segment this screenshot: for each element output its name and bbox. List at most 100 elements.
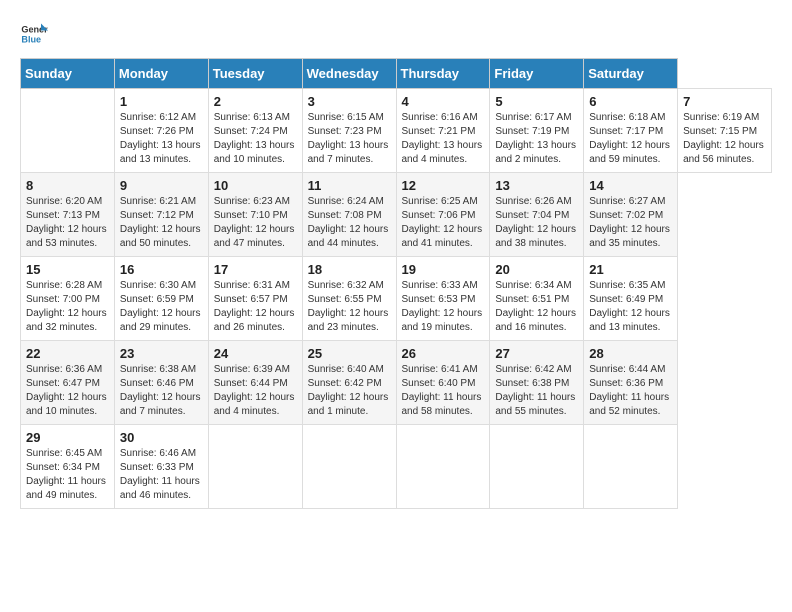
cell-content: Sunrise: 6:15 AMSunset: 7:23 PMDaylight:… xyxy=(308,112,389,165)
day-number: 8 xyxy=(26,178,109,193)
calendar-cell: 15 Sunrise: 6:28 AMSunset: 7:00 PMDayligh… xyxy=(21,257,115,341)
cell-content: Sunrise: 6:21 AMSunset: 7:12 PMDaylight:… xyxy=(120,196,201,249)
day-number: 22 xyxy=(26,346,109,361)
day-number: 19 xyxy=(402,262,485,277)
calendar-cell: 22 Sunrise: 6:36 AMSunset: 6:47 PMDayligh… xyxy=(21,341,115,425)
cell-content: Sunrise: 6:42 AMSunset: 6:38 PMDaylight:… xyxy=(495,364,575,417)
calendar-cell: 14 Sunrise: 6:27 AMSunset: 7:02 PMDayligh… xyxy=(584,173,678,257)
header-saturday: Saturday xyxy=(584,59,678,89)
cell-content: Sunrise: 6:46 AMSunset: 6:33 PMDaylight:… xyxy=(120,448,200,501)
cell-content: Sunrise: 6:36 AMSunset: 6:47 PMDaylight:… xyxy=(26,364,107,417)
day-number: 26 xyxy=(402,346,485,361)
day-number: 6 xyxy=(589,94,672,109)
day-number: 14 xyxy=(589,178,672,193)
day-number: 23 xyxy=(120,346,203,361)
header-thursday: Thursday xyxy=(396,59,490,89)
calendar-cell: 11 Sunrise: 6:24 AMSunset: 7:08 PMDayligh… xyxy=(302,173,396,257)
calendar-cell xyxy=(21,89,115,173)
header-tuesday: Tuesday xyxy=(208,59,302,89)
calendar-cell: 26 Sunrise: 6:41 AMSunset: 6:40 PMDayligh… xyxy=(396,341,490,425)
header-row: SundayMondayTuesdayWednesdayThursdayFrid… xyxy=(21,59,772,89)
day-number: 12 xyxy=(402,178,485,193)
day-number: 16 xyxy=(120,262,203,277)
calendar-cell: 21 Sunrise: 6:35 AMSunset: 6:49 PMDayligh… xyxy=(584,257,678,341)
logo: General Blue xyxy=(20,20,48,48)
day-number: 18 xyxy=(308,262,391,277)
calendar-cell: 29 Sunrise: 6:45 AMSunset: 6:34 PMDayligh… xyxy=(21,425,115,509)
calendar-cell: 8 Sunrise: 6:20 AMSunset: 7:13 PMDaylight… xyxy=(21,173,115,257)
calendar-cell: 5 Sunrise: 6:17 AMSunset: 7:19 PMDaylight… xyxy=(490,89,584,173)
cell-content: Sunrise: 6:39 AMSunset: 6:44 PMDaylight:… xyxy=(214,364,295,417)
cell-content: Sunrise: 6:13 AMSunset: 7:24 PMDaylight:… xyxy=(214,112,295,165)
cell-content: Sunrise: 6:35 AMSunset: 6:49 PMDaylight:… xyxy=(589,280,670,333)
week-row-5: 29 Sunrise: 6:45 AMSunset: 6:34 PMDayligh… xyxy=(21,425,772,509)
day-number: 3 xyxy=(308,94,391,109)
cell-content: Sunrise: 6:33 AMSunset: 6:53 PMDaylight:… xyxy=(402,280,483,333)
calendar-cell: 6 Sunrise: 6:18 AMSunset: 7:17 PMDaylight… xyxy=(584,89,678,173)
cell-content: Sunrise: 6:41 AMSunset: 6:40 PMDaylight:… xyxy=(402,364,482,417)
day-number: 17 xyxy=(214,262,297,277)
day-number: 5 xyxy=(495,94,578,109)
calendar-cell: 25 Sunrise: 6:40 AMSunset: 6:42 PMDayligh… xyxy=(302,341,396,425)
day-number: 13 xyxy=(495,178,578,193)
cell-content: Sunrise: 6:32 AMSunset: 6:55 PMDaylight:… xyxy=(308,280,389,333)
calendar-cell xyxy=(490,425,584,509)
calendar-cell: 2 Sunrise: 6:13 AMSunset: 7:24 PMDaylight… xyxy=(208,89,302,173)
header-friday: Friday xyxy=(490,59,584,89)
day-number: 20 xyxy=(495,262,578,277)
calendar-cell: 1Sunrise: 6:12 AMSunset: 7:26 PMDaylight… xyxy=(114,89,208,173)
calendar-table: SundayMondayTuesdayWednesdayThursdayFrid… xyxy=(20,58,772,509)
cell-content: Sunrise: 6:24 AMSunset: 7:08 PMDaylight:… xyxy=(308,196,389,249)
day-number: 27 xyxy=(495,346,578,361)
calendar-body: 1Sunrise: 6:12 AMSunset: 7:26 PMDaylight… xyxy=(21,89,772,509)
cell-content: Sunrise: 6:38 AMSunset: 6:46 PMDaylight:… xyxy=(120,364,201,417)
cell-content: Sunrise: 6:25 AMSunset: 7:06 PMDaylight:… xyxy=(402,196,483,249)
calendar-cell: 20Sunrise: 6:34 AMSunset: 6:51 PMDayligh… xyxy=(490,257,584,341)
cell-content: Sunrise: 6:40 AMSunset: 6:42 PMDaylight:… xyxy=(308,364,389,417)
calendar-cell: 13 Sunrise: 6:26 AMSunset: 7:04 PMDayligh… xyxy=(490,173,584,257)
cell-content: Sunrise: 6:28 AMSunset: 7:00 PMDaylight:… xyxy=(26,280,107,333)
page-header: General Blue xyxy=(20,20,772,48)
cell-content: Sunrise: 6:18 AMSunset: 7:17 PMDaylight:… xyxy=(589,112,670,165)
day-number: 28 xyxy=(589,346,672,361)
day-number: 7 xyxy=(683,94,766,109)
day-number: 10 xyxy=(214,178,297,193)
calendar-cell: 19 Sunrise: 6:33 AMSunset: 6:53 PMDayligh… xyxy=(396,257,490,341)
week-row-2: 8 Sunrise: 6:20 AMSunset: 7:13 PMDaylight… xyxy=(21,173,772,257)
day-number: 29 xyxy=(26,430,109,445)
calendar-cell xyxy=(396,425,490,509)
cell-content: Sunrise: 6:20 AMSunset: 7:13 PMDaylight:… xyxy=(26,196,107,249)
calendar-header: SundayMondayTuesdayWednesdayThursdayFrid… xyxy=(21,59,772,89)
day-number: 2 xyxy=(214,94,297,109)
day-number: 15 xyxy=(26,262,109,277)
calendar-cell: 27 Sunrise: 6:42 AMSunset: 6:38 PMDayligh… xyxy=(490,341,584,425)
calendar-cell: 12 Sunrise: 6:25 AMSunset: 7:06 PMDayligh… xyxy=(396,173,490,257)
day-number: 25 xyxy=(308,346,391,361)
day-number: 21 xyxy=(589,262,672,277)
calendar-cell: 10 Sunrise: 6:23 AMSunset: 7:10 PMDayligh… xyxy=(208,173,302,257)
calendar-cell: 16Sunrise: 6:30 AMSunset: 6:59 PMDayligh… xyxy=(114,257,208,341)
header-monday: Monday xyxy=(114,59,208,89)
cell-content: Sunrise: 6:44 AMSunset: 6:36 PMDaylight:… xyxy=(589,364,669,417)
cell-content: Sunrise: 6:19 AMSunset: 7:15 PMDaylight:… xyxy=(683,112,764,165)
day-number: 24 xyxy=(214,346,297,361)
cell-content: Sunrise: 6:17 AMSunset: 7:19 PMDaylight:… xyxy=(495,112,576,165)
calendar-cell: 23 Sunrise: 6:38 AMSunset: 6:46 PMDayligh… xyxy=(114,341,208,425)
calendar-cell: 18 Sunrise: 6:32 AMSunset: 6:55 PMDayligh… xyxy=(302,257,396,341)
calendar-cell: 7 Sunrise: 6:19 AMSunset: 7:15 PMDaylight… xyxy=(678,89,772,173)
calendar-cell xyxy=(208,425,302,509)
cell-content: Sunrise: 6:23 AMSunset: 7:10 PMDaylight:… xyxy=(214,196,295,249)
week-row-3: 15 Sunrise: 6:28 AMSunset: 7:00 PMDayligh… xyxy=(21,257,772,341)
day-number: 11 xyxy=(308,178,391,193)
cell-content: Sunrise: 6:27 AMSunset: 7:02 PMDaylight:… xyxy=(589,196,670,249)
day-number: 9 xyxy=(120,178,203,193)
cell-content: Sunrise: 6:16 AMSunset: 7:21 PMDaylight:… xyxy=(402,112,483,165)
calendar-cell xyxy=(584,425,678,509)
cell-content: Sunrise: 6:26 AMSunset: 7:04 PMDaylight:… xyxy=(495,196,576,249)
header-sunday: Sunday xyxy=(21,59,115,89)
calendar-cell: 4Sunrise: 6:16 AMSunset: 7:21 PMDaylight… xyxy=(396,89,490,173)
cell-content: Sunrise: 6:31 AMSunset: 6:57 PMDaylight:… xyxy=(214,280,295,333)
calendar-cell: 24 Sunrise: 6:39 AMSunset: 6:44 PMDayligh… xyxy=(208,341,302,425)
cell-content: Sunrise: 6:45 AMSunset: 6:34 PMDaylight:… xyxy=(26,448,106,501)
cell-content: Sunrise: 6:12 AMSunset: 7:26 PMDaylight:… xyxy=(120,112,201,165)
